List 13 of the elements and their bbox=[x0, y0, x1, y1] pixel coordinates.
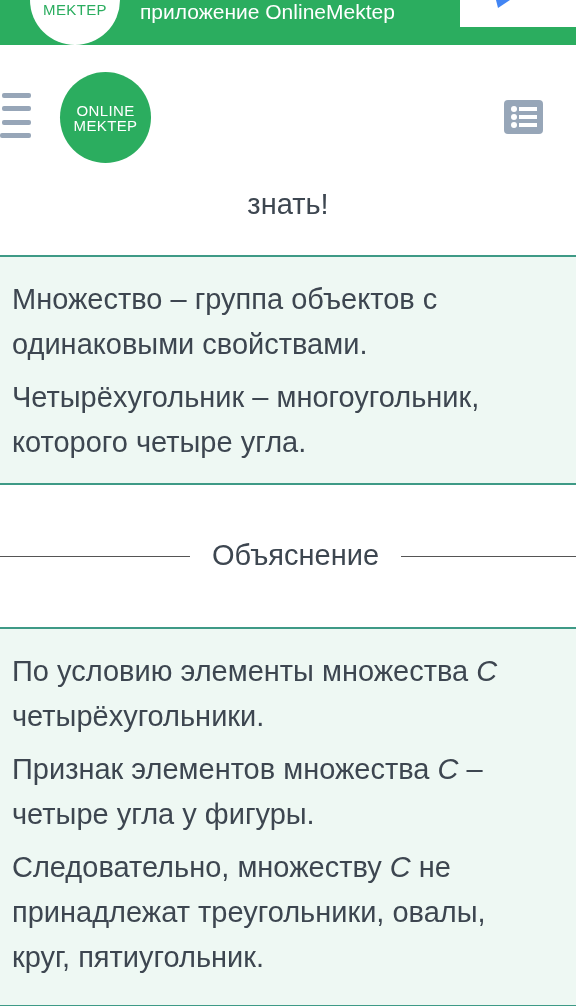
section-label: Объяснение bbox=[211, 538, 381, 574]
paragraph: Признак элементов множества C – четыре угла у фигуры. bbox=[12, 752, 484, 832]
play-icon bbox=[496, 0, 510, 8]
paragraph: По условию элементы множества C четырёхугольники. bbox=[12, 654, 499, 734]
heading-text: знать! bbox=[246, 187, 330, 222]
banner-text: приложение OnlineMektep bbox=[140, 0, 395, 24]
list-icon[interactable] bbox=[504, 100, 543, 134]
paragraph: Четырёхугольник – многоугольник, которого четыре угла. bbox=[12, 380, 481, 460]
paragraph: Множество – группа объектов с одинаковыми свойствами. bbox=[12, 282, 439, 362]
paragraph: Следовательно, множеству C не принадлежат треугольники, овалы, круг, пятиугольник. bbox=[12, 850, 487, 975]
logo-badge: MEKTEP bbox=[30, 0, 120, 45]
logo[interactable]: ONLINE MEKTEP bbox=[60, 72, 151, 163]
menu-icon[interactable] bbox=[0, 93, 31, 138]
